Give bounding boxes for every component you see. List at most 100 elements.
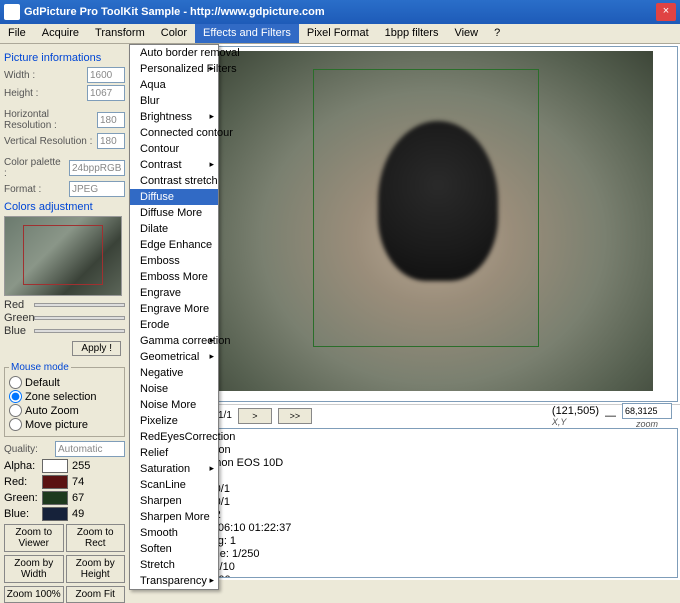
- menubar: FileAcquireTransformColorEffects and Fil…: [0, 24, 680, 44]
- blue-slider[interactable]: [34, 329, 125, 333]
- last-page-button[interactable]: >>: [278, 408, 312, 424]
- menuitem-noise[interactable]: Noise: [130, 381, 218, 397]
- menuitem-relief[interactable]: Relief: [130, 445, 218, 461]
- height-label: Height :: [4, 88, 84, 99]
- quality-field[interactable]: [55, 441, 125, 457]
- zoom-fit-button[interactable]: Zoom Fit: [66, 586, 126, 603]
- menuitem-diffuse-more[interactable]: Diffuse More: [130, 205, 218, 221]
- menuitem-blur[interactable]: Blur: [130, 93, 218, 109]
- menuitem-personalized-filters[interactable]: Personalized Filters: [130, 61, 218, 77]
- menuitem-saturation[interactable]: Saturation: [130, 461, 218, 477]
- menuitem-brightness[interactable]: Brightness: [130, 109, 218, 125]
- menu-view[interactable]: View: [446, 24, 486, 43]
- vres-field[interactable]: [97, 133, 125, 149]
- menuitem-engrave-more[interactable]: Engrave More: [130, 301, 218, 317]
- left-panel: Picture informations Width : Height : Ho…: [0, 44, 130, 580]
- menuitem-stretch[interactable]: Stretch: [130, 557, 218, 573]
- blue-label: Blue:: [4, 508, 38, 520]
- menu-pixel-format[interactable]: Pixel Format: [299, 24, 377, 43]
- menu-color[interactable]: Color: [153, 24, 195, 43]
- menu--[interactable]: ?: [486, 24, 508, 43]
- width-label: Width :: [4, 70, 84, 81]
- height-field[interactable]: [87, 85, 125, 101]
- menuitem-dilate[interactable]: Dilate: [130, 221, 218, 237]
- zoom--button[interactable]: Zoom 100%: [4, 586, 64, 603]
- quality-label: Quality:: [4, 444, 52, 455]
- red-swatch: [42, 475, 68, 489]
- zoom-by-width-button[interactable]: Zoom by Width: [4, 555, 64, 583]
- picinfo-title: Picture informations: [4, 52, 125, 64]
- mouse-label-2: Auto Zoom: [25, 405, 79, 417]
- hres-field[interactable]: [97, 112, 125, 128]
- page-indicator: 1/1: [218, 410, 232, 421]
- menuitem-contour[interactable]: Contour: [130, 141, 218, 157]
- menuitem-diffuse[interactable]: Diffuse: [130, 189, 218, 205]
- window-title: GdPicture Pro ToolKit Sample - http://ww…: [24, 6, 656, 18]
- coords-label: X,Y: [552, 417, 599, 427]
- app-icon: [4, 4, 20, 20]
- zoom-to-rect-button[interactable]: Zoom to Rect: [66, 524, 126, 552]
- main-image: [213, 51, 653, 391]
- zoom-by-height-button[interactable]: Zoom by Height: [66, 555, 126, 583]
- menu--bpp-filters[interactable]: 1bpp filters: [377, 24, 447, 43]
- menuitem-emboss[interactable]: Emboss: [130, 253, 218, 269]
- mouse-radio-0[interactable]: [9, 376, 22, 389]
- green-value: 67: [72, 492, 84, 504]
- menuitem-contrast[interactable]: Contrast: [130, 157, 218, 173]
- green-slider[interactable]: [34, 316, 125, 320]
- mouse-radio-1[interactable]: [9, 390, 22, 403]
- thumbnail: [4, 216, 122, 296]
- alpha-swatch: [42, 459, 68, 473]
- menuitem-contrast-stretch[interactable]: Contrast stretch: [130, 173, 218, 189]
- menuitem-connected-contour[interactable]: Connected contour: [130, 125, 218, 141]
- mouse-label-3: Move picture: [25, 419, 88, 431]
- menuitem-soften[interactable]: Soften: [130, 541, 218, 557]
- menuitem-transparency[interactable]: Transparency: [130, 573, 218, 589]
- next-page-button[interactable]: >: [238, 408, 272, 424]
- menu-acquire[interactable]: Acquire: [34, 24, 87, 43]
- menuitem-engrave[interactable]: Engrave: [130, 285, 218, 301]
- apply-button[interactable]: Apply !: [72, 341, 121, 356]
- menuitem-erode[interactable]: Erode: [130, 317, 218, 333]
- zoom-dash: —: [605, 410, 616, 422]
- menuitem-emboss-more[interactable]: Emboss More: [130, 269, 218, 285]
- colors-title: Colors adjustment: [4, 201, 125, 213]
- alpha-value: 255: [72, 460, 90, 472]
- menuitem-sharpen[interactable]: Sharpen: [130, 493, 218, 509]
- menuitem-gamma-correction[interactable]: Gamma correction: [130, 333, 218, 349]
- red-value: 74: [72, 476, 84, 488]
- menuitem-aqua[interactable]: Aqua: [130, 77, 218, 93]
- menuitem-edge-enhance[interactable]: Edge Enhance: [130, 237, 218, 253]
- red-slider[interactable]: [34, 303, 125, 307]
- red-label: Red:: [4, 476, 38, 488]
- format-field[interactable]: [69, 181, 125, 197]
- mouse-radio-2[interactable]: [9, 404, 22, 417]
- green-slider-label: Green: [4, 312, 34, 324]
- menu-effects-and-filters[interactable]: Effects and Filters: [195, 24, 299, 43]
- menuitem-pixelize[interactable]: Pixelize: [130, 413, 218, 429]
- palette-field[interactable]: [69, 160, 125, 176]
- menu-transform[interactable]: Transform: [87, 24, 153, 43]
- menuitem-smooth[interactable]: Smooth: [130, 525, 218, 541]
- zoom-to-viewer-button[interactable]: Zoom to Viewer: [4, 524, 64, 552]
- menu-file[interactable]: File: [0, 24, 34, 43]
- coords-readout: (121,505): [552, 405, 599, 417]
- effects-dropdown: Auto border removalPersonalized FiltersA…: [129, 44, 219, 590]
- hres-label: Horizontal Resolution :: [4, 109, 94, 131]
- menuitem-redeyescorrection[interactable]: RedEyesCorrection: [130, 429, 218, 445]
- menuitem-noise-more[interactable]: Noise More: [130, 397, 218, 413]
- close-button[interactable]: ×: [656, 3, 676, 21]
- menuitem-scanline[interactable]: ScanLine: [130, 477, 218, 493]
- menuitem-sharpen-more[interactable]: Sharpen More: [130, 509, 218, 525]
- alpha-label: Alpha:: [4, 460, 38, 472]
- menuitem-negative[interactable]: Negative: [130, 365, 218, 381]
- mouse-label-1: Zone selection: [25, 391, 97, 403]
- content: Picture informations Width : Height : Ho…: [0, 44, 680, 580]
- width-field[interactable]: [87, 67, 125, 83]
- menuitem-geometrical[interactable]: Geometrical: [130, 349, 218, 365]
- mouse-radio-3[interactable]: [9, 418, 22, 431]
- menuitem-auto-border-removal[interactable]: Auto border removal: [130, 45, 218, 61]
- green-label: Green:: [4, 492, 38, 504]
- zoom-field[interactable]: [622, 403, 672, 419]
- selection-rectangle[interactable]: [313, 69, 539, 347]
